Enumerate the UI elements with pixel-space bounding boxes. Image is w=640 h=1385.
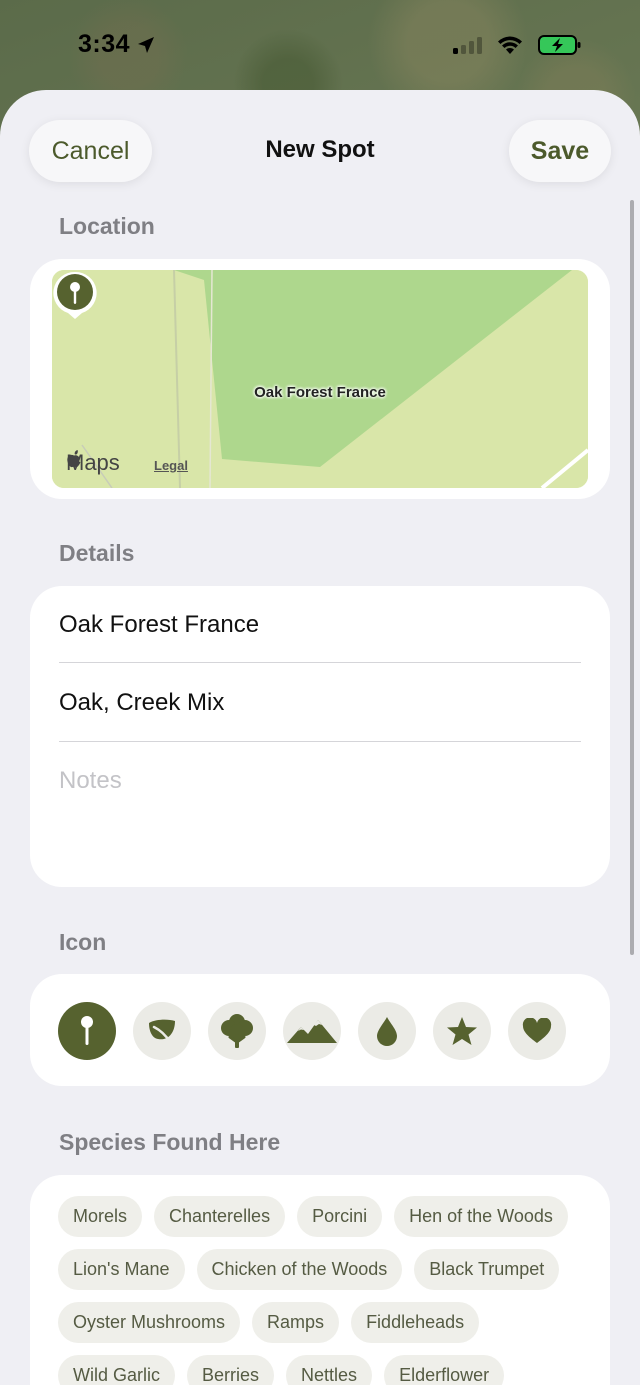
species-chip[interactable]: Chicken of the Woods (196, 1249, 403, 1290)
clock: 3:34 (78, 30, 131, 58)
wifi-icon (498, 36, 522, 54)
scrollbar[interactable] (630, 200, 634, 955)
mountains-icon-option[interactable] (283, 1002, 341, 1060)
new-spot-sheet: Cancel New Spot Save Location Oak Forest… (0, 90, 640, 1385)
heart-icon-option[interactable] (508, 1002, 566, 1060)
location-arrow-icon (138, 36, 155, 53)
star-icon (447, 1017, 477, 1045)
species-chip[interactable]: Morels (58, 1196, 143, 1237)
location-card: Oak Forest France Maps Legal (30, 259, 610, 499)
heart-icon (522, 1018, 552, 1043)
status-bar: 3:34 (0, 0, 640, 90)
leaf-icon (149, 1019, 175, 1044)
species-chip[interactable]: Porcini (297, 1196, 383, 1237)
details-card: Oak Forest France Oak, Creek Mix Notes (30, 586, 610, 887)
species-chip[interactable]: Berries (187, 1355, 275, 1385)
species-chip[interactable]: Fiddleheads (351, 1302, 480, 1343)
spot-name-field[interactable]: Oak Forest France (59, 611, 581, 639)
species-chip[interactable]: Oyster Mushrooms (58, 1302, 241, 1343)
cellular-signal-icon (453, 36, 482, 54)
icon-picker-card (30, 974, 610, 1086)
species-section-label: Species Found Here (59, 1129, 281, 1155)
species-card: Morels Chanterelles Porcini Hen of the W… (30, 1175, 610, 1385)
star-icon-option[interactable] (433, 1002, 491, 1060)
pin-icon (81, 1016, 93, 1045)
icon-section-label: Icon (59, 929, 107, 955)
species-chip[interactable]: Ramps (252, 1302, 340, 1343)
drop-icon (377, 1017, 397, 1046)
map-pin-icon[interactable] (52, 270, 98, 320)
tree-icon (221, 1014, 253, 1048)
species-chip[interactable]: Wild Garlic (58, 1355, 176, 1385)
map-terrain (52, 270, 588, 488)
apple-maps-logo: Maps (66, 450, 120, 476)
status-time: 3:34 (78, 30, 156, 59)
details-divider (59, 741, 581, 742)
legal-link[interactable]: Legal (154, 458, 188, 473)
notes-field[interactable]: Notes (59, 767, 581, 867)
battery-charging-icon (538, 35, 581, 55)
tree-icon-option[interactable] (208, 1002, 266, 1060)
drop-icon-option[interactable] (358, 1002, 416, 1060)
species-chip-list: Morels Chanterelles Porcini Hen of the W… (58, 1196, 588, 1385)
details-divider (59, 662, 581, 663)
species-chip[interactable]: Lion's Mane (58, 1249, 185, 1290)
icon-picker-row (58, 1002, 566, 1060)
mountains-icon (287, 1020, 337, 1043)
location-section-label: Location (59, 213, 155, 239)
apple-logo-icon (67, 450, 81, 468)
location-map[interactable]: Oak Forest France Maps Legal (52, 270, 588, 488)
species-chip[interactable]: Black Trumpet (414, 1249, 560, 1290)
species-chip[interactable]: Chanterelles (154, 1196, 286, 1237)
species-chip[interactable]: Hen of the Woods (394, 1196, 568, 1237)
map-pin-label: Oak Forest France (254, 384, 386, 401)
leaf-icon-option[interactable] (133, 1002, 191, 1060)
species-chip[interactable]: Nettles (286, 1355, 373, 1385)
pin-icon-option[interactable] (58, 1002, 116, 1060)
habitat-field[interactable]: Oak, Creek Mix (59, 689, 581, 717)
species-chip[interactable]: Elderflower (384, 1355, 505, 1385)
save-button[interactable]: Save (509, 120, 611, 182)
status-indicators (453, 34, 582, 56)
details-section-label: Details (59, 540, 135, 566)
